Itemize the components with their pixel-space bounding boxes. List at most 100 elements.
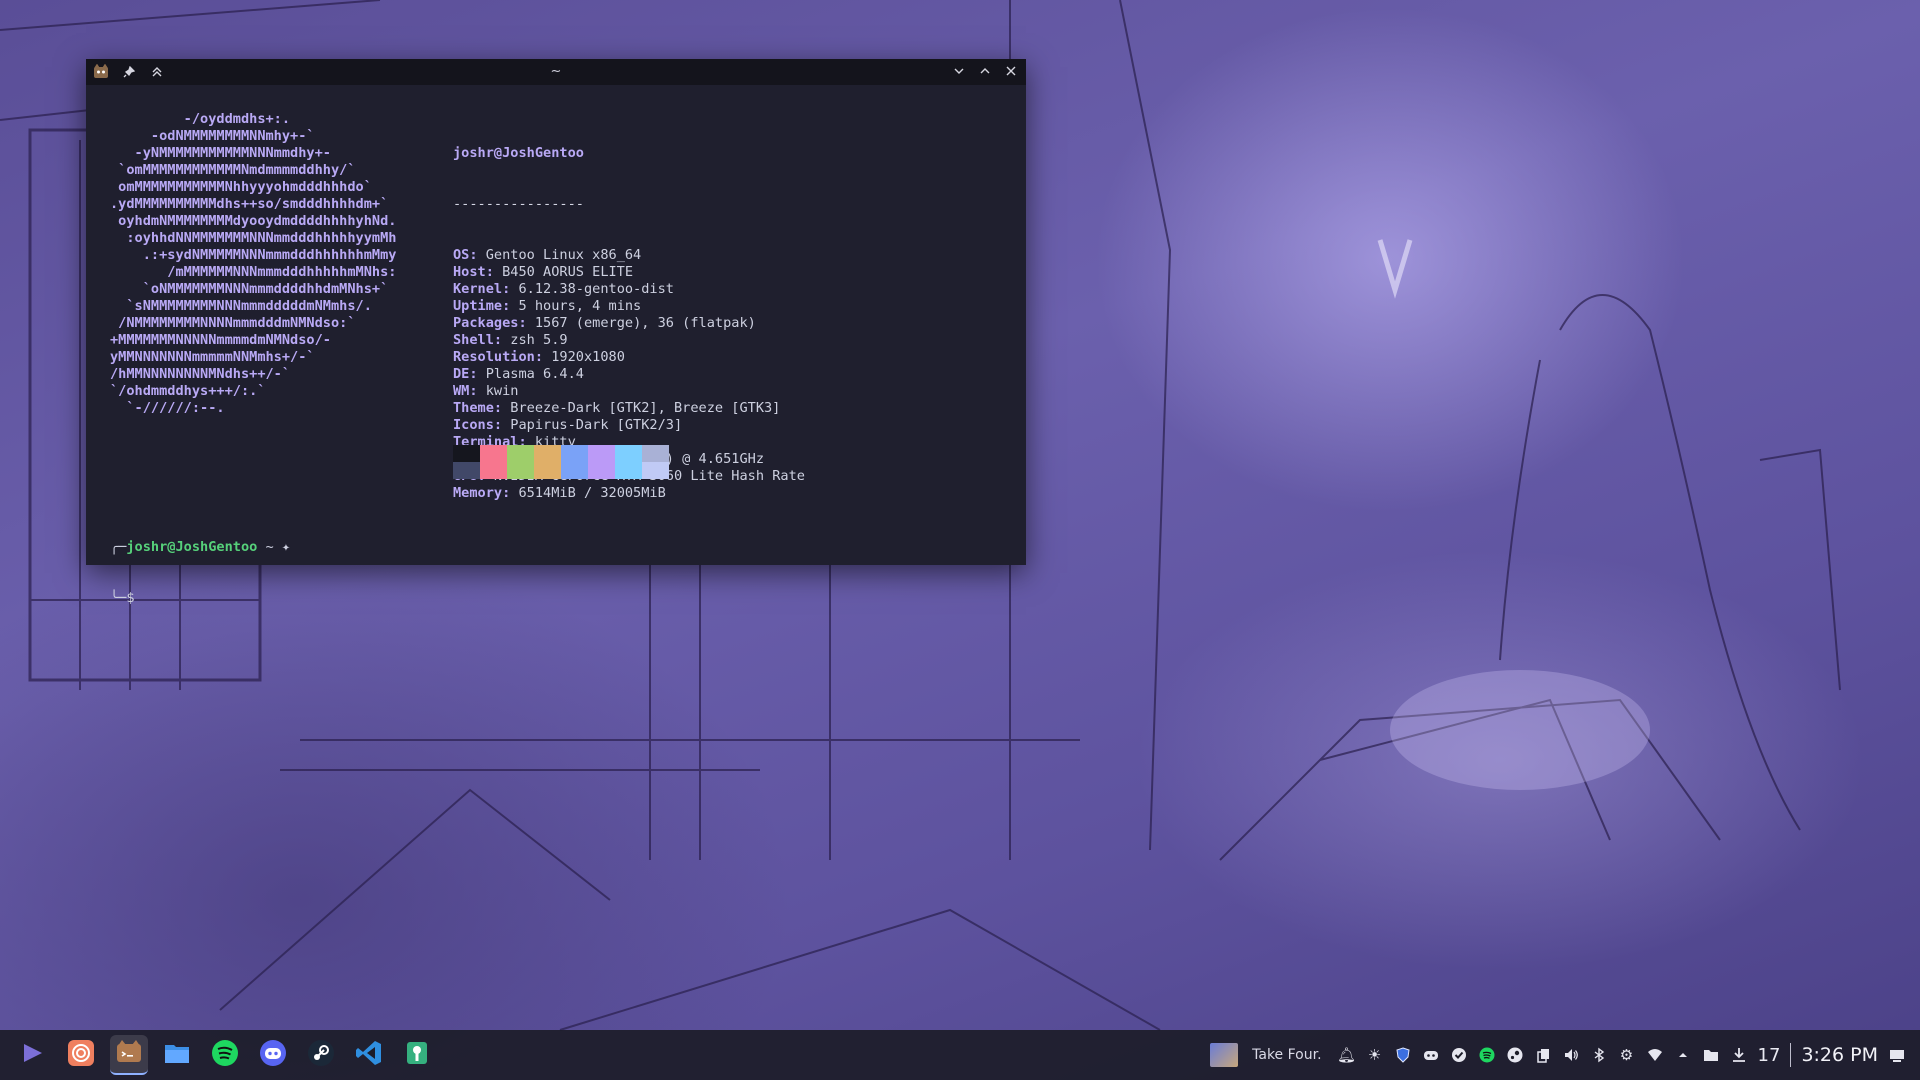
fetch-key: Theme:: [453, 400, 503, 416]
fetch-row: Theme: Breeze-Dark [GTK2], Breeze [GTK3]: [453, 400, 805, 417]
taskbar-app-discord[interactable]: [254, 1036, 292, 1074]
fetch-value: 6.12.38-gentoo-dist: [510, 281, 674, 297]
steam-icon: [307, 1039, 335, 1071]
taskbar-app-vscode[interactable]: [350, 1036, 388, 1074]
logo-line: oyhdmNMMMMMMMMdyooydmddddhhhhyhNd.: [110, 213, 397, 229]
logo-line: .ydMMMMMMMMMMdhs++so/smdddhhhhdm+`: [110, 196, 389, 212]
media-album-art[interactable]: [1210, 1043, 1239, 1067]
logo-line: `oNMMMMMMMNNNmmmddddhhdmMNhs+`: [110, 281, 389, 297]
minimize-button[interactable]: [950, 62, 968, 80]
fetch-row: Resolution: 1920x1080: [453, 349, 805, 366]
logo-line: .:+sydNMMMMMNNNmmmdddhhhhhhmMmy: [110, 247, 397, 263]
taskbar-app-kitty[interactable]: [110, 1035, 148, 1075]
fetch-row: Packages: 1567 (emerge), 36 (flatpak): [453, 315, 805, 332]
logo-line: -/oyddmdhs+:.: [110, 111, 291, 127]
logo-line: `omMMMMMMMMMMMMNmdmmmmddhhy/`: [110, 162, 356, 178]
logo-line: `sNMMMMMMMMNNNmmmdddddmNMmhs/.: [110, 298, 372, 314]
fetch-value: Breeze-Dark [GTK2], Breeze [GTK3]: [502, 400, 781, 416]
tray-expand-icon[interactable]: [1674, 1046, 1692, 1064]
fetch-key: WM:: [453, 383, 478, 399]
fetch-value: 5 hours, 4 mins: [510, 298, 642, 314]
palette-swatch: [588, 445, 615, 479]
prompt-corner-bottom: ╰─: [110, 590, 127, 606]
logo-line: `/ohdmmddhys+++/:.`: [110, 383, 266, 399]
palette-swatch: [534, 445, 561, 479]
fetch-value: Papirus-Dark [GTK2/3]: [502, 417, 683, 433]
logo-line: omMMMMMMMMMMMNhhyyyohmdddhhhdo`: [110, 179, 372, 195]
taskbar-app-vivaldi[interactable]: [62, 1036, 100, 1074]
plasma-launcher-icon: [20, 1040, 46, 1070]
show-desktop-icon[interactable]: [1888, 1046, 1906, 1064]
taskbar-app-app-launcher[interactable]: [14, 1036, 52, 1074]
fetch-user-host: joshr@JoshGentoo: [453, 145, 584, 161]
fetch-row: DE: Plasma 6.4.4: [453, 366, 805, 383]
spotify-tray-icon[interactable]: [1478, 1046, 1496, 1064]
clock-separator: [1790, 1043, 1792, 1067]
prompt-user-host: joshr@JoshGentoo: [126, 539, 258, 555]
fetch-key: Shell:: [453, 332, 503, 348]
palette-swatch: [480, 445, 507, 479]
taskbar-app-spotify[interactable]: [206, 1036, 244, 1074]
logo-line: /NMMMMMMMMNNNNmmmdddmNMNdso:`: [110, 315, 356, 331]
logo-line: +MMMMMMMNNNNNmmmmdmNMNdso/-: [110, 332, 331, 348]
settings-icon[interactable]: ⚙︎: [1618, 1046, 1636, 1064]
folder-tray-icon[interactable]: [1702, 1046, 1720, 1064]
gear-icon: ✦: [281, 539, 291, 555]
fetch-row: Kernel: 6.12.38-gentoo-dist: [453, 281, 805, 298]
kitty-terminal-icon: [115, 1038, 143, 1070]
fetch-row: Shell: zsh 5.9: [453, 332, 805, 349]
fetch-key: OS:: [453, 247, 478, 263]
logo-line: /hMMNNNNNNNNMNdhs++/-`: [110, 366, 291, 382]
close-button[interactable]: [1002, 62, 1020, 80]
fetch-key: Uptime:: [453, 298, 511, 314]
steam-tray-icon[interactable]: [1506, 1046, 1524, 1064]
fetch-row: Host: B450 AORUS ELITE: [453, 264, 805, 281]
taskbar-app-dolphin[interactable]: [158, 1036, 196, 1074]
palette-swatch: [507, 445, 534, 479]
color-palette: [453, 445, 669, 479]
fetch-value: B450 AORUS ELITE: [493, 264, 634, 280]
fetch-value: 1920x1080: [543, 349, 625, 365]
taskbar-app-keepassxc[interactable]: [398, 1036, 436, 1074]
spotify-icon: [211, 1039, 239, 1071]
fetch-key: DE:: [453, 366, 478, 382]
bluetooth-icon[interactable]: [1590, 1046, 1608, 1064]
fetch-key: Resolution:: [453, 349, 544, 365]
system-tray: Take Four. 🔔︎ ☀︎ ⚙︎ 17 3:26 PM: [1210, 1030, 1906, 1080]
shield-icon[interactable]: [1394, 1046, 1412, 1064]
clock[interactable]: 3:26 PM: [1801, 1044, 1878, 1066]
palette-swatch: [642, 445, 669, 479]
clipboard-icon[interactable]: [1534, 1046, 1552, 1064]
fetch-row: Uptime: 5 hours, 4 mins: [453, 298, 805, 315]
vscode-icon: [355, 1039, 383, 1071]
shell-prompt[interactable]: ╭─joshr@JoshGentoo ~ ✦ ╰─$: [110, 505, 290, 641]
volume-icon[interactable]: [1562, 1046, 1580, 1064]
palette-swatch: [453, 445, 480, 479]
window-title: ~: [550, 64, 562, 79]
notifications-icon[interactable]: 🔔︎: [1337, 1046, 1356, 1064]
window-titlebar[interactable]: ~: [86, 59, 1026, 85]
discord-tray-icon[interactable]: [1422, 1046, 1440, 1064]
fetch-row: WM: kwin: [453, 383, 805, 400]
gentoo-ascii-logo: -/oyddmdhs+:. -odNMMMMMMMMNNmhy+-` -yNMM…: [110, 111, 396, 417]
fetch-row: OS: Gentoo Linux x86_64: [453, 247, 805, 264]
bulb-icon[interactable]: ☀︎: [1366, 1046, 1384, 1064]
logo-line: yMMNNNNNNNmmmmmNNMmhs+/-`: [110, 349, 315, 365]
fetch-value: Gentoo Linux x86_64: [477, 247, 642, 263]
terminal-window[interactable]: ~ -/oyddmdhs+:. -odNMMMMMMMMNNmhy+-` -yN…: [86, 59, 1026, 606]
network-icon[interactable]: [1646, 1046, 1664, 1064]
palette-swatch: [615, 445, 642, 479]
fetch-value: kwin: [477, 383, 519, 399]
download-icon[interactable]: [1730, 1046, 1748, 1064]
download-count[interactable]: 17: [1758, 1045, 1781, 1066]
logo-line: :oyhhdNNMMMMMMMNNNmmdddhhhhhyymMh: [110, 230, 397, 246]
check-icon[interactable]: [1450, 1046, 1468, 1064]
fetch-key: Memory:: [453, 485, 511, 501]
logo-line: /mMMMMMMNNNmmmdddhhhhhmMNhs:: [110, 264, 397, 280]
maximize-button[interactable]: [976, 62, 994, 80]
media-title[interactable]: Take Four.: [1252, 1047, 1321, 1063]
prompt-cwd: ~: [265, 539, 274, 555]
fetch-value: 1567 (emerge), 36 (flatpak): [526, 315, 756, 331]
taskbar-app-steam[interactable]: [302, 1036, 340, 1074]
fetch-row: Memory: 6514MiB / 32005MiB: [453, 485, 805, 502]
